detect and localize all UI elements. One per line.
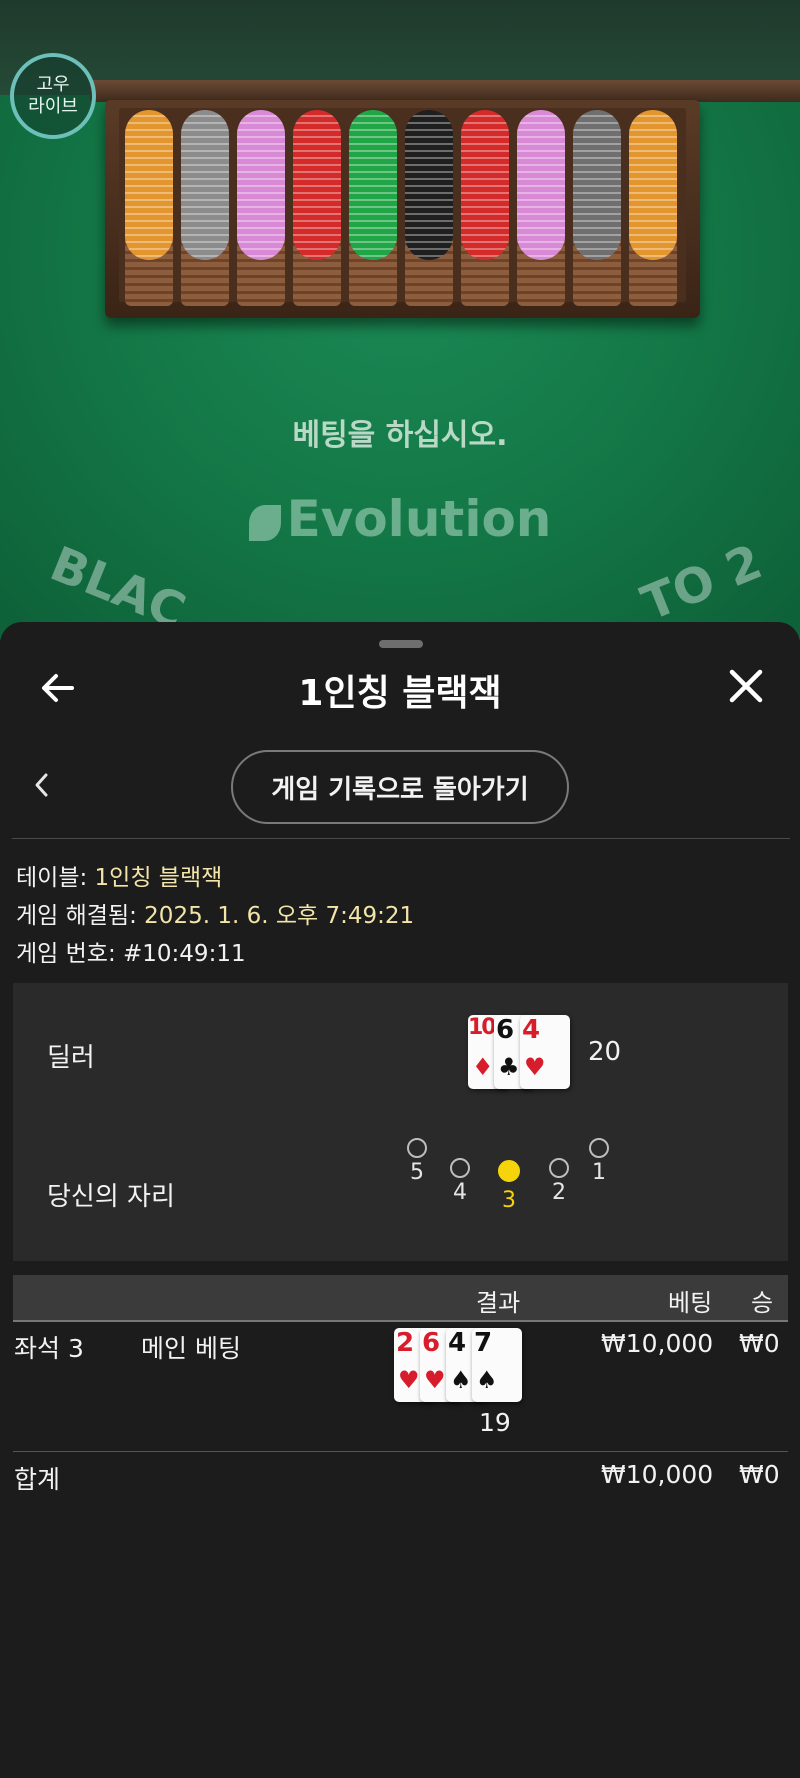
card-suit: ♥ — [424, 1366, 446, 1394]
chevron-left-icon[interactable] — [30, 770, 54, 800]
live-video-area: 고우 라이브 베팅을 하십시오. Evolution BLAC TO 2 — [0, 0, 800, 640]
card-suit: ♥ — [524, 1053, 546, 1081]
table-arc-text-right: TO 2 — [634, 533, 770, 633]
header-win: 승 — [751, 1289, 774, 1317]
seat-dot-2 — [549, 1158, 569, 1178]
playing-card: 7 ♠ — [472, 1328, 522, 1402]
player-score: 19 — [479, 1408, 511, 1437]
total-bet: ₩10,000 — [601, 1460, 714, 1489]
card-rank: 10 — [468, 1015, 497, 1040]
chip-stack — [517, 110, 565, 306]
sheet-drag-handle[interactable] — [379, 640, 423, 648]
brand-logo: 고우 라이브 — [10, 53, 96, 139]
card-rank: 4 — [522, 1015, 541, 1045]
row-win-amount: ₩0 — [739, 1329, 780, 1358]
dealer-score: 20 — [588, 1037, 622, 1067]
chip-stack — [629, 110, 677, 306]
chip-stack-chips — [461, 110, 509, 260]
card-suit: ♠ — [450, 1366, 472, 1394]
chip-stack-chips — [125, 110, 173, 260]
chip-rack-inner — [119, 108, 686, 306]
card-suit: ♣ — [498, 1053, 520, 1081]
chip-stack — [181, 110, 229, 306]
total-label: 합계 — [14, 1465, 61, 1494]
chip-stack-chips — [517, 110, 565, 260]
info-table-label: 테이블: — [16, 865, 95, 891]
info-resolved-value: 2025. 1. 6. 오후 7:49:21 — [144, 903, 415, 929]
info-resolved-label: 게임 해결됨: — [16, 903, 145, 929]
playing-card: 4 ♥ — [520, 1015, 570, 1089]
chip-stack-chips — [629, 110, 677, 260]
logo-line-2: 라이브 — [28, 96, 78, 117]
chip-stack — [293, 110, 341, 306]
seat-dot-5 — [407, 1138, 427, 1158]
chip-stack-chips — [293, 110, 341, 260]
seat-number: 2 — [552, 1180, 566, 1205]
info-game-number: 게임 번호: #10:49:11 — [16, 934, 246, 968]
chip-stack-chips — [573, 110, 621, 260]
dealer-label: 딜러 — [47, 1043, 95, 1073]
place-bets-text: 베팅을 하십시오. — [292, 418, 508, 453]
info-table: 테이블: 1인칭 블랙잭 — [16, 858, 222, 892]
card-rank: 2 — [396, 1328, 415, 1358]
hand-summary-panel: 딜러 10 ♦ 6 ♣ 4 ♥ 20 당신의 자리 54321 — [13, 983, 788, 1261]
total-win: ₩0 — [739, 1460, 780, 1489]
seat-dot-4 — [450, 1158, 470, 1178]
table-rail — [90, 80, 800, 102]
total-divider — [13, 1451, 788, 1452]
chip-stack-chips — [405, 110, 453, 260]
chip-rack — [105, 100, 700, 318]
logo-line-1: 고우 — [36, 74, 70, 95]
card-suit: ♠ — [476, 1366, 498, 1394]
card-rank: 7 — [474, 1328, 493, 1358]
seat-number: 5 — [410, 1160, 424, 1185]
seat-number: 4 — [453, 1180, 467, 1205]
card-suit: ♥ — [398, 1366, 420, 1394]
evolution-mark-icon — [248, 504, 281, 541]
back-to-history-button[interactable]: 게임 기록으로 돌아가기 — [231, 750, 569, 824]
sheet-title: 1인칭 블랙잭 — [298, 673, 502, 714]
header-result: 결과 — [476, 1289, 521, 1317]
chip-stack — [405, 110, 453, 306]
info-table-value: 1인칭 블랙잭 — [94, 865, 223, 891]
seat-number: 3 — [502, 1188, 516, 1213]
evolution-logo: Evolution — [0, 490, 800, 548]
close-icon[interactable] — [726, 666, 766, 706]
card-rank: 6 — [496, 1015, 515, 1045]
seat-dot-3 — [498, 1160, 520, 1182]
chip-stack — [349, 110, 397, 306]
card-suit: ♦ — [472, 1053, 494, 1081]
result-table-header: 결과 베팅 승 — [13, 1275, 788, 1322]
row-bet-type: 메인 베팅 — [141, 1334, 241, 1363]
chip-stack — [573, 110, 621, 306]
row-bet-amount: ₩10,000 — [601, 1329, 714, 1358]
divider — [12, 838, 790, 839]
chip-stack-chips — [349, 110, 397, 260]
evolution-brand-text: Evolution — [286, 490, 552, 548]
seat-number: 1 — [592, 1160, 606, 1185]
chip-stack-chips — [237, 110, 285, 260]
chip-stack — [125, 110, 173, 306]
chip-stack-chips — [181, 110, 229, 260]
your-seat-label: 당신의 자리 — [47, 1182, 175, 1212]
chip-stack — [237, 110, 285, 306]
header-bet: 베팅 — [668, 1289, 713, 1317]
info-number-label: 게임 번호: — [16, 941, 124, 967]
game-detail-sheet: 1인칭 블랙잭 게임 기록으로 돌아가기 테이블: 1인칭 블랙잭 게임 해결됨… — [0, 622, 800, 1778]
info-resolved: 게임 해결됨: 2025. 1. 6. 오후 7:49:21 — [16, 896, 414, 930]
chip-stack — [461, 110, 509, 306]
seat-dot-1 — [589, 1138, 609, 1158]
info-number-value: #10:49:11 — [123, 941, 246, 967]
card-rank: 4 — [448, 1328, 467, 1358]
card-rank: 6 — [422, 1328, 441, 1358]
row-seat: 좌석 3 — [14, 1334, 84, 1363]
